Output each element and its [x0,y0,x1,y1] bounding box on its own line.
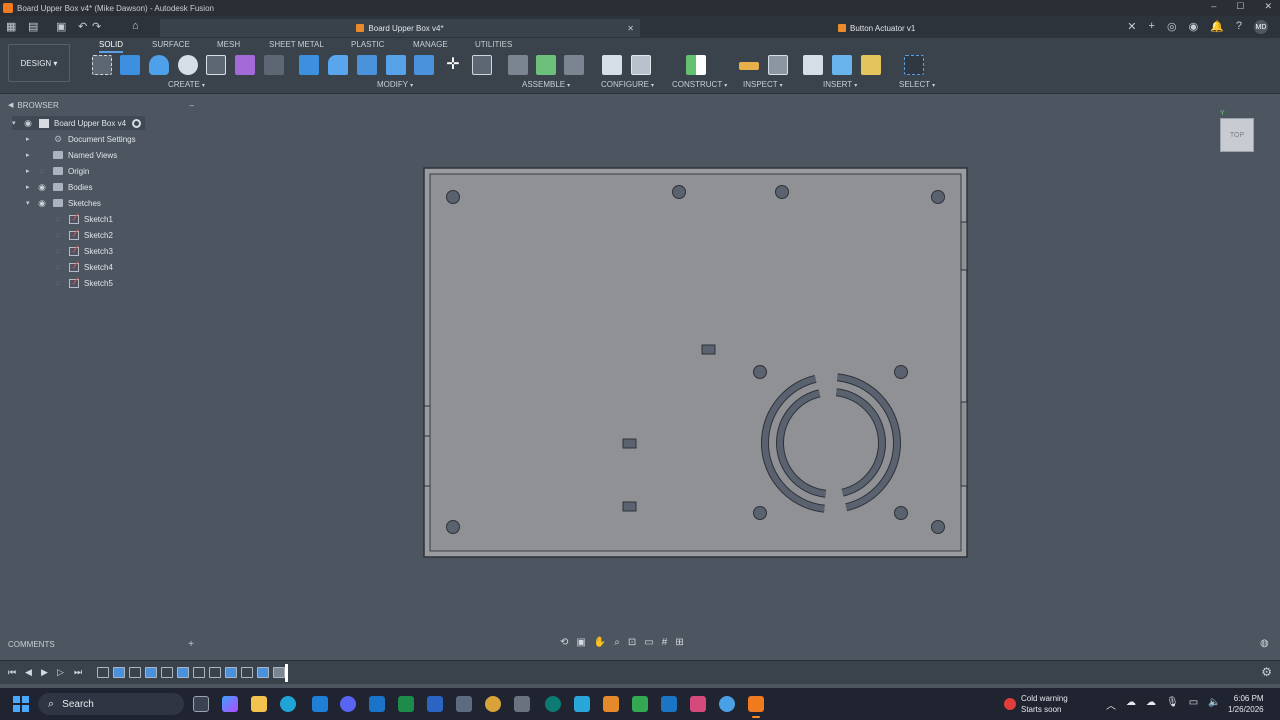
rect-cutout [701,344,716,355]
tray-overflow-icon[interactable]: ︿ [1106,697,1116,712]
side-tab [960,221,968,271]
timeline-end-icon[interactable]: ⏭ [74,667,82,678]
mounting-hole [775,185,789,199]
app-icon[interactable] [574,696,590,712]
rect-cutout [622,501,637,512]
system-tray: ︿ ☁ ☁ 🎙 ▭ 🔈 [1106,697,1221,712]
file-explorer-icon[interactable] [251,696,267,712]
timeline-extrude-feature[interactable] [257,667,269,678]
timeline-back-icon[interactable]: ◀ [25,667,32,678]
timeline-start-icon[interactable]: ⏮ [8,667,16,678]
mounting-hole [446,520,460,534]
outlook-icon[interactable] [369,696,385,712]
timeline-pattern-feature[interactable] [193,667,205,678]
timeline-marker[interactable] [285,664,288,682]
app-icon[interactable] [603,696,619,712]
windows-start-icon[interactable] [13,696,29,712]
timeline-forward-icon[interactable]: ▷ [57,667,64,678]
app-icon[interactable] [545,696,561,712]
app-icon[interactable] [661,696,677,712]
rect-cutout [622,438,637,449]
weather-widget[interactable]: Cold warning Starts soon [1004,693,1068,715]
orbit-icon[interactable]: ⟲ [560,637,568,648]
excel-icon[interactable] [398,696,414,712]
app-icon[interactable] [514,696,530,712]
timeline-feature[interactable] [273,667,285,678]
warning-icon [1004,698,1016,710]
timeline-extrude-feature[interactable] [145,667,157,678]
search-icon: ⌕ [48,697,55,710]
fusion-taskbar-icon[interactable] [748,696,764,718]
zoom-icon[interactable]: ⌕ [614,637,620,648]
look-at-icon[interactable]: ▣ [576,637,585,648]
timeline: ⏮ ◀ ▶ ▷ ⏭ ⚙ [0,660,1280,684]
model-viewport[interactable] [0,0,1280,720]
mounting-hole [672,185,686,199]
volume-icon[interactable]: 🔈 [1208,697,1220,712]
timeline-extrude-feature[interactable] [225,667,237,678]
mounting-hole [931,520,945,534]
store-icon[interactable] [312,696,328,712]
chrome-icon[interactable] [719,696,735,712]
plate-top-face [429,173,962,552]
timeline-sketch-feature[interactable] [241,667,253,678]
speaker-mount-hole [753,365,767,379]
task-view-icon[interactable] [193,696,209,712]
timeline-settings-gear-icon[interactable]: ⚙ [1261,665,1272,679]
copilot-icon[interactable] [222,696,238,712]
add-comment-icon[interactable]: + [188,639,194,650]
edge-browser-icon[interactable] [280,696,296,712]
timeline-play-icon[interactable]: ▶ [41,667,48,678]
viewports-icon[interactable]: ⊞ [675,637,683,648]
system-clock[interactable]: 6:06 PM 1/26/2026 [1228,693,1264,715]
zoom-window-icon[interactable]: ⊡ [628,637,636,648]
cloud-icon[interactable]: ☁ [1126,697,1136,712]
app-icon[interactable] [485,696,501,712]
app-icon[interactable] [632,696,648,712]
speaker-mount-hole [753,506,767,520]
timeline-sketch-feature[interactable] [129,667,141,678]
timeline-extrude-feature[interactable] [177,667,189,678]
discord-icon[interactable] [340,696,356,712]
status-icon[interactable]: ◍ [1260,638,1269,649]
timeline-sketch-feature[interactable] [209,667,221,678]
speaker-mount-hole [894,365,908,379]
mounting-hole [931,190,945,204]
side-tab [960,401,968,487]
word-icon[interactable] [427,696,443,712]
taskbar-search[interactable]: ⌕ Search [38,693,184,715]
app-icon[interactable] [690,696,706,712]
mounting-hole [446,190,460,204]
speaker-mount-hole [894,506,908,520]
onedrive-icon[interactable]: ☁ [1146,697,1156,712]
timeline-extrude-feature[interactable] [113,667,125,678]
timeline-sketch-feature[interactable] [97,667,109,678]
navigation-bar: ⟲ ▣ ✋ ⌕ ⊡ ▭ # ⊞ [560,634,684,650]
comments-panel[interactable]: COMMENTS + [8,636,200,652]
timeline-sketch-feature[interactable] [161,667,173,678]
display-icon[interactable]: ▭ [1189,697,1198,712]
app-icon[interactable] [456,696,472,712]
grid-icon[interactable]: # [662,637,668,648]
windows-taskbar: ⌕ Search Cold warning Starts soon ︿ ☁ ☁ … [0,688,1280,720]
display-settings-icon[interactable]: ▭ [644,637,653,648]
pan-icon[interactable]: ✋ [594,637,606,648]
mic-icon[interactable]: 🎙 [1166,697,1179,712]
